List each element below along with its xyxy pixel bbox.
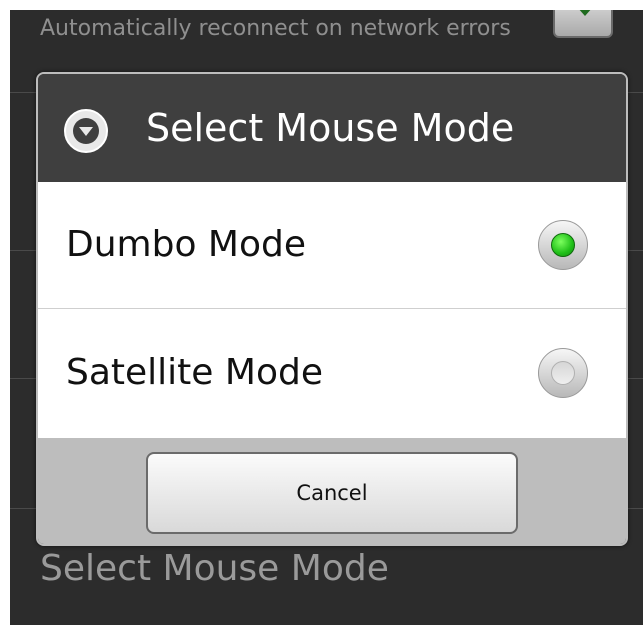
dialog-header: Select Mouse Mode bbox=[38, 74, 626, 183]
mouse-mode-dialog: Select Mouse Mode Dumbo Mode Satellite M… bbox=[36, 72, 628, 546]
dialog-title: Select Mouse Mode bbox=[146, 106, 515, 150]
radio-button-selected[interactable] bbox=[538, 220, 588, 270]
radio-button-unselected[interactable] bbox=[538, 348, 588, 398]
auto-reconnect-description: Automatically reconnect on network error… bbox=[40, 16, 511, 41]
dropdown-circle-icon bbox=[64, 109, 108, 153]
option-label: Dumbo Mode bbox=[66, 224, 307, 265]
cancel-button[interactable]: Cancel bbox=[146, 452, 518, 534]
checkmark-icon bbox=[569, 10, 601, 16]
option-label: Satellite Mode bbox=[66, 352, 323, 393]
dialog-footer: Cancel bbox=[38, 438, 626, 544]
option-dumbo-mode[interactable]: Dumbo Mode bbox=[38, 182, 626, 309]
radio-dot-icon bbox=[551, 361, 575, 385]
radio-dot-icon bbox=[551, 233, 575, 257]
mouse-mode-setting-title[interactable]: Select Mouse Mode bbox=[40, 548, 389, 589]
auto-reconnect-checkbox[interactable] bbox=[553, 10, 613, 38]
option-satellite-mode[interactable]: Satellite Mode bbox=[38, 310, 626, 437]
dialog-options-list: Dumbo Mode Satellite Mode bbox=[38, 182, 626, 438]
